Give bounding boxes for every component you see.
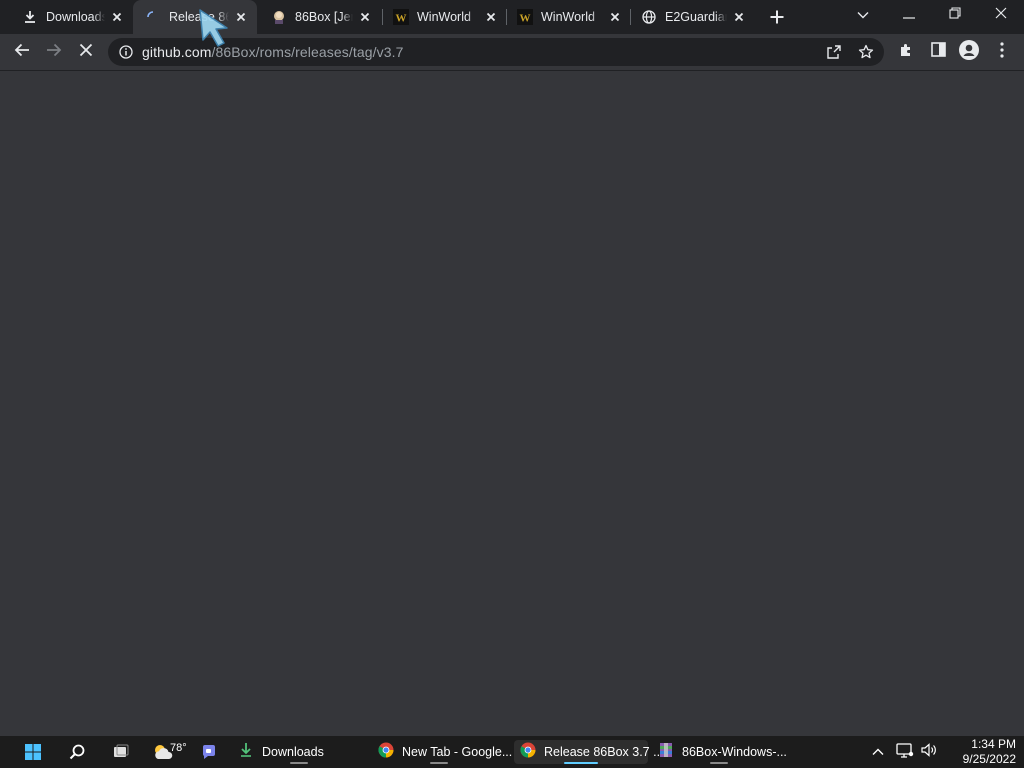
chrome-icon bbox=[378, 742, 394, 763]
share-icon[interactable] bbox=[826, 44, 842, 60]
close-window-button[interactable] bbox=[978, 0, 1024, 30]
chrome-icon bbox=[520, 742, 536, 763]
close-icon[interactable] bbox=[109, 9, 125, 25]
chat-icon bbox=[200, 743, 218, 761]
svg-text:W: W bbox=[396, 13, 407, 25]
running-indicator bbox=[430, 762, 448, 764]
extensions-button[interactable] bbox=[892, 38, 920, 66]
show-hidden-icons-button[interactable] bbox=[868, 736, 888, 768]
chat-button[interactable] bbox=[200, 736, 218, 768]
tab-label: Downloads bbox=[46, 10, 105, 24]
task-view-icon bbox=[112, 743, 130, 761]
tab-winworld-1[interactable]: W WinWorld bbox=[383, 0, 507, 34]
download-icon bbox=[22, 9, 38, 25]
taskbar-app-new-tab[interactable]: New Tab - Google... bbox=[372, 740, 512, 764]
tab-e2guardian[interactable]: E2Guardian bbox=[631, 0, 755, 34]
system-clock[interactable]: 1:34 PM 9/25/2022 bbox=[946, 736, 1016, 768]
tab-search-button[interactable] bbox=[840, 0, 886, 30]
tab-label: 86Box [Jenkins] bbox=[295, 10, 353, 24]
taskbar-app-label: 86Box-Windows-... bbox=[682, 745, 787, 759]
puzzle-icon bbox=[898, 42, 914, 63]
minimize-icon bbox=[903, 6, 915, 24]
new-tab-button[interactable] bbox=[767, 7, 787, 27]
winrar-icon bbox=[658, 742, 674, 763]
taskbar-app-label: Downloads bbox=[262, 745, 324, 759]
chevron-down-icon bbox=[857, 6, 869, 24]
mouse-cursor-icon bbox=[196, 8, 236, 52]
side-panel-icon bbox=[930, 42, 946, 62]
search-button[interactable] bbox=[68, 736, 86, 768]
download-arrow-icon bbox=[238, 742, 254, 763]
winworld-icon: W bbox=[517, 9, 533, 25]
running-indicator bbox=[290, 762, 308, 764]
windows-logo-icon bbox=[24, 743, 42, 761]
chevron-up-icon bbox=[872, 743, 884, 761]
tab-downloads[interactable]: Downloads bbox=[0, 0, 133, 34]
menu-button[interactable] bbox=[988, 38, 1016, 66]
close-icon[interactable] bbox=[483, 9, 499, 25]
restore-button[interactable] bbox=[932, 0, 978, 30]
search-icon bbox=[68, 743, 86, 761]
taskbar-app-label: New Tab - Google... bbox=[402, 745, 513, 759]
taskbar-app-86box-windows[interactable]: 86Box-Windows-... bbox=[652, 740, 787, 764]
close-icon bbox=[995, 6, 1007, 24]
tab-label: WinWorld bbox=[541, 10, 595, 24]
winworld-icon: W bbox=[393, 9, 409, 25]
running-indicator bbox=[564, 762, 598, 764]
start-button[interactable] bbox=[24, 736, 42, 768]
tab-86box-jenkins[interactable]: 86Box [Jenkins] bbox=[257, 0, 381, 34]
task-view-button[interactable] bbox=[112, 736, 130, 768]
weather-temperature: 78° bbox=[170, 742, 187, 754]
back-arrow-icon bbox=[14, 42, 30, 63]
minimize-button[interactable] bbox=[886, 0, 932, 30]
running-indicator bbox=[710, 762, 728, 764]
loading-spinner-icon bbox=[145, 9, 161, 25]
clock-time: 1:34 PM bbox=[971, 737, 1016, 751]
taskbar-app-release-86box[interactable]: Release 86Box 3.7 ... bbox=[514, 740, 664, 764]
svg-text:W: W bbox=[520, 13, 531, 25]
tab-strip: Downloads Release 86Box 86Box [Jenkins] … bbox=[0, 0, 1024, 34]
forward-arrow-icon bbox=[46, 42, 62, 63]
jenkins-icon bbox=[271, 9, 287, 25]
globe-icon bbox=[641, 9, 657, 25]
forward-button[interactable] bbox=[40, 38, 68, 66]
stop-loading-button[interactable] bbox=[72, 38, 100, 66]
profile-button[interactable] bbox=[955, 38, 983, 66]
stop-icon bbox=[79, 43, 93, 62]
network-icon bbox=[896, 742, 914, 763]
close-icon[interactable] bbox=[357, 9, 373, 25]
weather-widget[interactable]: 78° bbox=[152, 736, 187, 768]
restore-icon bbox=[949, 6, 961, 24]
bookmark-star-icon[interactable] bbox=[858, 44, 874, 60]
close-icon[interactable] bbox=[731, 9, 747, 25]
clock-date: 9/25/2022 bbox=[962, 752, 1016, 766]
more-vertical-icon bbox=[1000, 41, 1004, 63]
profile-avatar-icon bbox=[959, 39, 979, 65]
tab-winworld-2[interactable]: W WinWorld bbox=[507, 0, 631, 34]
volume-icon bbox=[920, 742, 938, 763]
taskbar-app-downloads[interactable]: Downloads bbox=[232, 740, 366, 764]
tab-label: E2Guardian bbox=[665, 10, 727, 24]
url-path: /86Box/roms/releases/tag/v3.7 bbox=[211, 44, 404, 60]
windows-taskbar: 78° Downloads New Tab - Google... Releas… bbox=[0, 736, 1024, 768]
url-text[interactable]: github.com/86Box/roms/releases/tag/v3.7 bbox=[142, 44, 403, 60]
close-icon[interactable] bbox=[607, 9, 623, 25]
volume-button[interactable] bbox=[918, 736, 940, 768]
side-panel-button[interactable] bbox=[924, 38, 952, 66]
network-button[interactable] bbox=[894, 736, 916, 768]
page-content-area[interactable] bbox=[0, 71, 1024, 736]
back-button[interactable] bbox=[8, 38, 36, 66]
site-info-icon[interactable] bbox=[118, 44, 134, 60]
browser-toolbar: github.com/86Box/roms/releases/tag/v3.7 bbox=[0, 34, 1024, 71]
taskbar-app-label: Release 86Box 3.7 ... bbox=[544, 745, 664, 759]
tab-label: WinWorld bbox=[417, 10, 471, 24]
tab-release-86box[interactable]: Release 86Box bbox=[133, 0, 257, 34]
